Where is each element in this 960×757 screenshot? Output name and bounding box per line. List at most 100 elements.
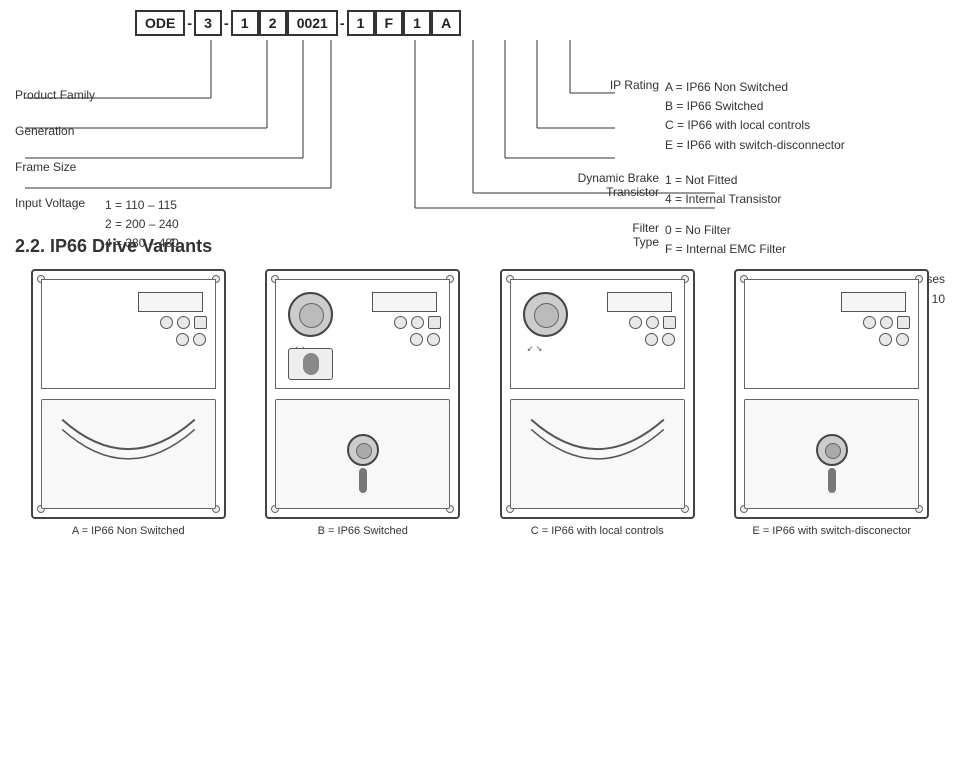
- ip-val-2: B = IP66 Switched: [665, 97, 845, 116]
- display-e: [841, 292, 906, 312]
- variant-e: E = IP66 with switch-disconector: [719, 269, 946, 537]
- rotary-knob-b: ↙ ↘: [288, 292, 333, 337]
- transistor-label: Transistor: [565, 185, 659, 199]
- disc-handle-b: [359, 468, 367, 493]
- top-panel-e: [744, 279, 919, 389]
- btn-5-a: [193, 333, 206, 346]
- buttons-e: [863, 316, 910, 346]
- buttons-c: [629, 316, 676, 346]
- pn-1c: 1: [403, 10, 431, 36]
- disconnector-b: [347, 434, 379, 493]
- disconnector-e: [816, 434, 848, 493]
- top-panel-a: [41, 279, 216, 389]
- part-number-boxes: ODE - 3 - 1 2 0021 - 1 F 1 A: [135, 10, 945, 36]
- btn-2-b: [411, 316, 424, 329]
- rotary-inner-b: [299, 303, 324, 328]
- display-a: [138, 292, 203, 312]
- variant-b-label: B = IP66 Switched: [318, 525, 408, 537]
- btn-3-c: [663, 316, 676, 329]
- pn-0021: 0021: [287, 10, 338, 36]
- ip-rating-row: IP Rating A = IP66 Non Switched B = IP66…: [565, 78, 945, 155]
- top-panel-b: ↙ ↘: [275, 279, 450, 389]
- btn-1-b: [394, 316, 407, 329]
- btn-1-a: [160, 316, 173, 329]
- part-diagram-container: Product Family Generation Frame Size Inp…: [15, 38, 945, 218]
- ip-val-1: A = IP66 Non Switched: [665, 78, 845, 97]
- left-labels-container: Product Family Generation Frame Size Inp…: [15, 88, 315, 254]
- filter-type-values: 0 = No Filter F = Internal EMC Filter: [665, 221, 786, 259]
- db-val-2: 4 = Internal Transistor: [665, 190, 781, 209]
- variant-a-drawing: [31, 269, 226, 519]
- filter-label-block: Filter Type: [565, 221, 665, 249]
- btn-row-2-c: [629, 333, 676, 346]
- dynamic-brake-label-block: Dynamic Brake Transistor: [565, 171, 665, 199]
- ip-rating-label: IP Rating: [565, 78, 665, 92]
- ip-rating-values: A = IP66 Non Switched B = IP66 Switched …: [665, 78, 845, 155]
- rotary-knob-c: ↙ ↘: [523, 292, 568, 337]
- input-voltage-row: Input Voltage 1 = 110 – 115 2 = 200 – 24…: [15, 196, 315, 254]
- dynamic-brake-row: Dynamic Brake Transistor 1 = Not Fitted …: [565, 171, 945, 209]
- ip-val-4: E = IP66 with switch-disconnector: [665, 136, 845, 155]
- input-voltage-label: Input Voltage: [15, 196, 105, 210]
- btn-row-1-c: [629, 316, 676, 329]
- input-voltage-values: 1 = 110 – 115 2 = 200 – 240 4 = 380 – 48…: [105, 196, 179, 254]
- buttons-b: [394, 316, 441, 346]
- btn-row-1-a: [160, 316, 207, 329]
- pn-sep1: -: [185, 15, 194, 31]
- bottom-svg-c: [511, 400, 684, 508]
- arrow-left-c: ↙ ↘: [527, 344, 543, 353]
- btn-5-b: [427, 333, 440, 346]
- ft-val-2: F = Internal EMC Filter: [665, 240, 786, 259]
- switch-b: [288, 348, 333, 380]
- pn-a: A: [431, 10, 461, 36]
- bottom-panel-e: [744, 399, 919, 509]
- btn-3-e: [897, 316, 910, 329]
- variant-b-drawing: ↙ ↘: [265, 269, 460, 519]
- frame-size-label: Frame Size: [15, 160, 105, 174]
- ft-val-1: 0 = No Filter: [665, 221, 786, 240]
- part-number-section: ODE - 3 - 1 2 0021 - 1 F 1 A: [15, 10, 945, 218]
- btn-3-a: [194, 316, 207, 329]
- btn-row-1-b: [394, 316, 441, 329]
- pn-sep3: -: [338, 15, 347, 31]
- btn-row-2-e: [863, 333, 910, 346]
- btn-row-2-a: [160, 333, 207, 346]
- iv-val-1: 1 = 110 – 115: [105, 196, 179, 215]
- disc-inner-b: [356, 443, 372, 459]
- variant-c: ↙ ↘: [484, 269, 711, 537]
- product-family-label: Product Family: [15, 88, 105, 102]
- bottom-panel-b: [275, 399, 450, 509]
- variant-e-label: E = IP66 with switch-disconector: [752, 525, 911, 537]
- btn-4-b: [410, 333, 423, 346]
- buttons-a: [160, 316, 207, 346]
- pn-1: 1: [231, 10, 259, 36]
- btn-5-c: [662, 333, 675, 346]
- dynamic-brake-values: 1 = Not Fitted 4 = Internal Transistor: [665, 171, 781, 209]
- btn-3-b: [428, 316, 441, 329]
- bottom-svg-a: [42, 400, 215, 508]
- generation-label: Generation: [15, 124, 105, 138]
- btn-row-2-b: [394, 333, 441, 346]
- variant-a-label: A = IP66 Non Switched: [72, 525, 185, 537]
- ip-val-3: C = IP66 with local controls: [665, 116, 845, 135]
- disc-handle-e: [828, 468, 836, 493]
- filter-type-row: Filter Type 0 = No Filter F = Internal E…: [565, 221, 945, 259]
- variant-e-drawing: [734, 269, 929, 519]
- dynamic-brake-label: Dynamic Brake: [565, 171, 659, 185]
- disc-inner-e: [825, 443, 841, 459]
- btn-1-c: [629, 316, 642, 329]
- pn-1b: 1: [347, 10, 375, 36]
- variants-row: A = IP66 Non Switched ↙ ↘: [15, 269, 945, 537]
- btn-4-c: [645, 333, 658, 346]
- pn-f: F: [375, 10, 404, 36]
- display-b: [372, 292, 437, 312]
- top-panel-c: ↙ ↘: [510, 279, 685, 389]
- bottom-panel-a: [41, 399, 216, 509]
- iv-val-3: 4 = 380 – 480: [105, 234, 179, 253]
- pn-sep2: -: [222, 15, 231, 31]
- btn-row-1-e: [863, 316, 910, 329]
- db-val-1: 1 = Not Fitted: [665, 171, 781, 190]
- btn-2-a: [177, 316, 190, 329]
- iv-val-2: 2 = 200 – 240: [105, 215, 179, 234]
- btn-1-e: [863, 316, 876, 329]
